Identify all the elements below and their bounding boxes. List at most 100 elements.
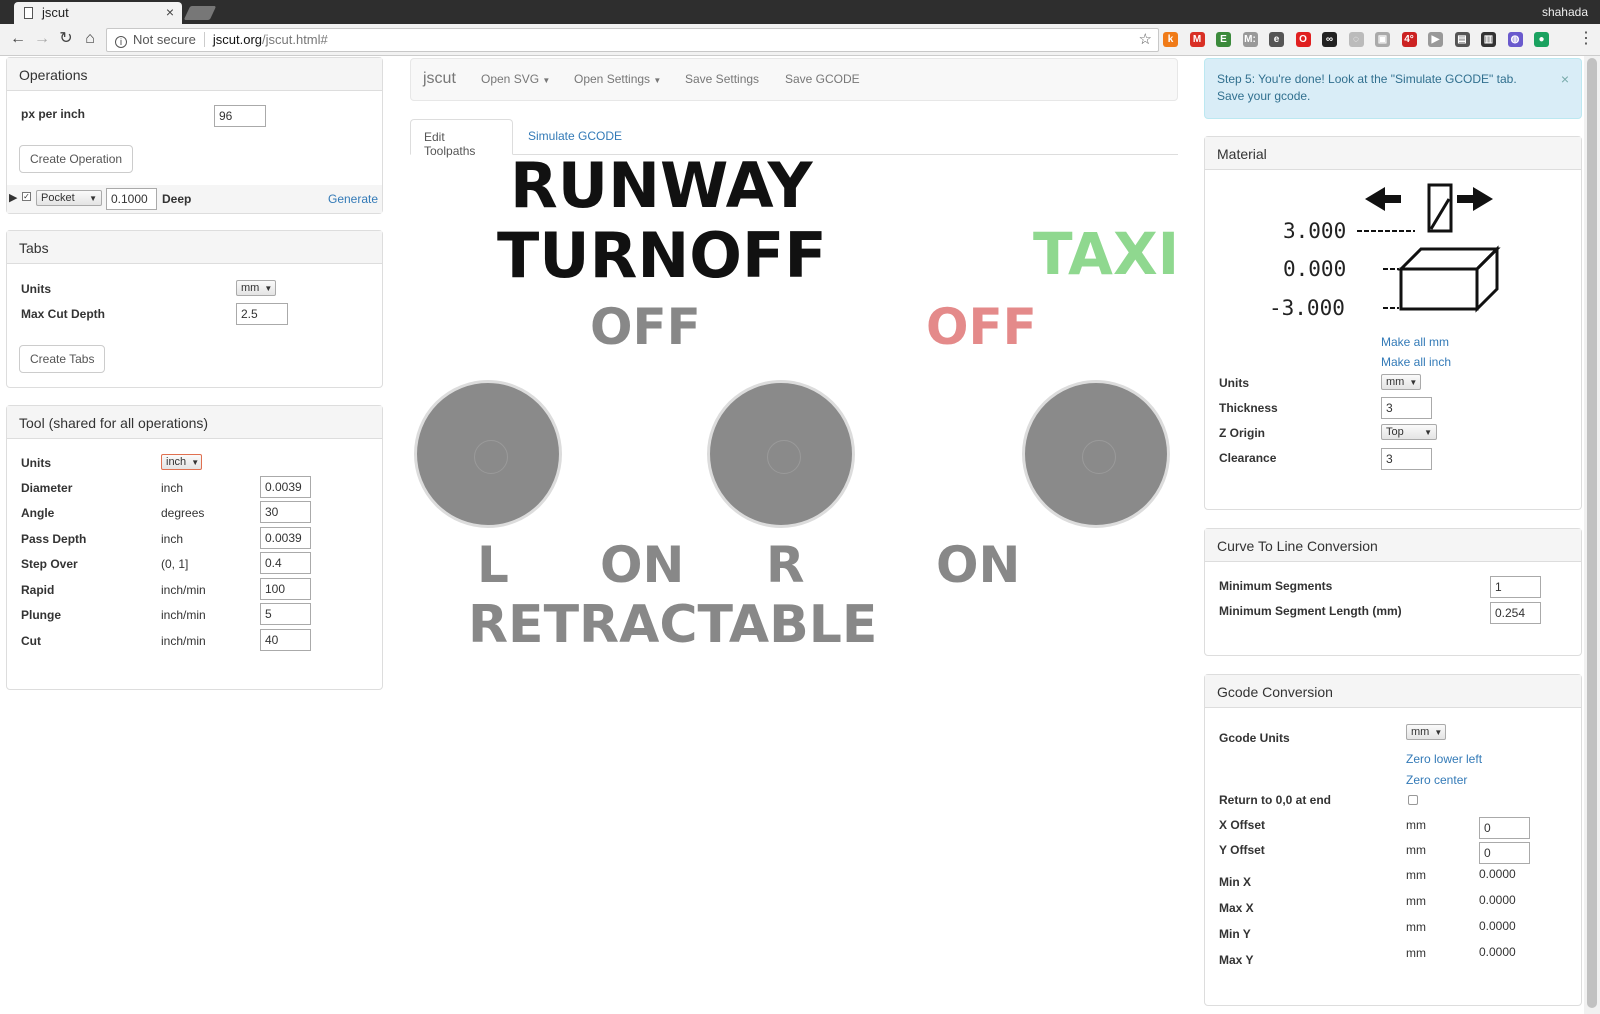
make-all-inch-link[interactable]: Make all inch [1381, 355, 1451, 369]
bound-unit: mm [1406, 868, 1426, 882]
tool-param-input[interactable]: 0.4 [260, 552, 311, 574]
extension-icon[interactable]: ▶ [1428, 32, 1443, 47]
extension-icon[interactable]: ∞ [1322, 32, 1337, 47]
scrollbar-thumb[interactable] [1587, 58, 1597, 1008]
tabs-panel: Tabs Units mm ▼ Max Cut Depth 2.5 Create … [6, 230, 383, 388]
chevron-down-icon: ▼ [89, 194, 97, 203]
tool-param-label: Pass Depth [21, 532, 87, 546]
operation-enabled-checkbox[interactable]: ✓ [22, 192, 31, 201]
info-icon[interactable]: i [115, 36, 127, 48]
forward-icon[interactable]: → [32, 29, 52, 49]
px-per-inch-input[interactable]: 96 [214, 105, 266, 127]
tool-units-select[interactable]: inch ▼ [161, 454, 202, 470]
close-icon[interactable]: × [1561, 71, 1569, 88]
extension-icon[interactable]: M [1189, 32, 1205, 47]
text-on-right: ON [936, 536, 1021, 594]
expand-triangle-icon[interactable]: ▶ [9, 191, 17, 204]
extension-icon[interactable]: ▥ [1481, 32, 1496, 47]
tabs-units-select[interactable]: mm ▼ [236, 280, 276, 296]
tool-param-input[interactable]: 5 [260, 603, 311, 625]
max-cut-depth-label: Max Cut Depth [21, 307, 105, 321]
gcode-units-select[interactable]: mm ▼ [1406, 724, 1446, 740]
bookmark-star-icon[interactable]: ☆ [1139, 29, 1152, 51]
tool-param-label: Step Over [21, 557, 78, 571]
max-cut-depth-input[interactable]: 2.5 [236, 303, 288, 325]
bound-unit: mm [1406, 894, 1426, 908]
px-per-inch-label: px per inch [21, 107, 86, 121]
profile-name[interactable]: shahada [1542, 5, 1588, 19]
page-scrollbar[interactable] [1584, 56, 1600, 1014]
open-settings-menu[interactable]: Open Settings ▼ [574, 72, 661, 86]
tool-param-input[interactable]: 0.0039 [260, 476, 311, 498]
extension-icon[interactable]: e [1269, 32, 1284, 47]
thickness-label: Thickness [1219, 401, 1278, 415]
text-off-left: OFF [590, 298, 701, 356]
thickness-input[interactable]: 3 [1381, 397, 1432, 419]
tabs-heading: Tabs [7, 231, 382, 264]
tool-param-input[interactable]: 30 [260, 501, 311, 523]
text-off-right: OFF [926, 298, 1037, 356]
tab-simulate-gcode[interactable]: Simulate GCODE [528, 129, 622, 143]
material-units-value: mm [1386, 376, 1405, 388]
make-all-mm-link[interactable]: Make all mm [1381, 335, 1449, 349]
extension-icon[interactable]: M: [1242, 32, 1258, 47]
y-offset-label: Y Offset [1219, 843, 1265, 857]
return-to-origin-checkbox[interactable] [1408, 795, 1418, 805]
tool-panel: Tool (shared for all operations) Units i… [6, 405, 383, 690]
extension-icon[interactable]: ◌ [1348, 32, 1364, 47]
deep-label: Deep [162, 192, 192, 206]
operation-type-select[interactable]: Pocket ▼ [36, 190, 102, 206]
material-units-select[interactable]: mm ▼ [1381, 374, 1421, 390]
tab-edit-toolpaths[interactable]: Edit Toolpaths [410, 119, 513, 158]
tool-param-input[interactable]: 0.0039 [260, 527, 311, 549]
brand-link[interactable]: jscut [423, 70, 456, 88]
caret-down-icon: ▼ [653, 76, 662, 85]
zero-center-link[interactable]: Zero center [1406, 773, 1467, 787]
extension-icon[interactable]: ● [1534, 32, 1549, 47]
extension-icon[interactable]: ▤ [1454, 32, 1470, 47]
tool-param-unit: degrees [161, 506, 205, 520]
tab-title: jscut [42, 5, 69, 20]
save-settings-link[interactable]: Save Settings [685, 72, 759, 86]
extension-icon[interactable]: k [1163, 32, 1178, 47]
tool-param-input[interactable]: 100 [260, 578, 311, 600]
open-svg-menu[interactable]: Open SVG ▼ [481, 72, 550, 86]
home-icon[interactable]: ⌂ [80, 29, 100, 49]
operation-depth-input[interactable]: 0.1000 [106, 188, 157, 210]
bound-value: 0.0000 [1479, 919, 1516, 933]
reload-icon[interactable]: ↻ [56, 29, 76, 49]
y-offset-unit: mm [1406, 843, 1426, 857]
create-tabs-button[interactable]: Create Tabs [19, 345, 106, 373]
minimum-segment-length-input[interactable]: 0.254 [1490, 602, 1541, 624]
new-tab-button[interactable] [183, 6, 217, 20]
gcode-heading: Gcode Conversion [1205, 675, 1581, 708]
clearance-input[interactable]: 3 [1381, 448, 1432, 470]
minimum-segments-input[interactable]: 1 [1490, 576, 1541, 598]
bound-unit: mm [1406, 946, 1426, 960]
z-origin-select[interactable]: Top ▼ [1381, 424, 1437, 440]
tabs-units-value: mm [241, 282, 260, 294]
operations-heading: Operations [7, 58, 382, 91]
create-operation-button[interactable]: Create Operation [19, 145, 134, 173]
extension-icon[interactable]: ▣ [1375, 32, 1390, 47]
menu-icon[interactable]: ⋮ [1576, 29, 1596, 49]
z-origin-value: Top [1386, 426, 1404, 438]
close-tab-icon[interactable]: × [166, 4, 174, 20]
tool-param-unit: inch/min [161, 608, 206, 622]
zero-lower-left-link[interactable]: Zero lower left [1406, 752, 1482, 766]
extension-icon[interactable]: E [1216, 32, 1231, 47]
extension-icon[interactable]: ◍ [1507, 32, 1523, 47]
open-settings-label: Open Settings [574, 72, 651, 86]
save-gcode-link[interactable]: Save GCODE [785, 72, 860, 86]
browser-tab[interactable]: jscut × [14, 2, 182, 24]
x-offset-input[interactable]: 0 [1479, 817, 1530, 839]
tool-param-input[interactable]: 40 [260, 629, 311, 651]
bound-label: Min Y [1219, 927, 1251, 941]
y-offset-input[interactable]: 0 [1479, 842, 1530, 864]
extension-icon[interactable]: O [1295, 32, 1311, 47]
back-icon[interactable]: ← [8, 29, 28, 49]
bound-value: 0.0000 [1479, 945, 1516, 959]
generate-link[interactable]: Generate [328, 192, 378, 206]
extension-icon[interactable]: 4° [1401, 32, 1417, 47]
address-bar[interactable]: i Not secure jscut.org/jscut.html# ☆ [106, 28, 1159, 52]
